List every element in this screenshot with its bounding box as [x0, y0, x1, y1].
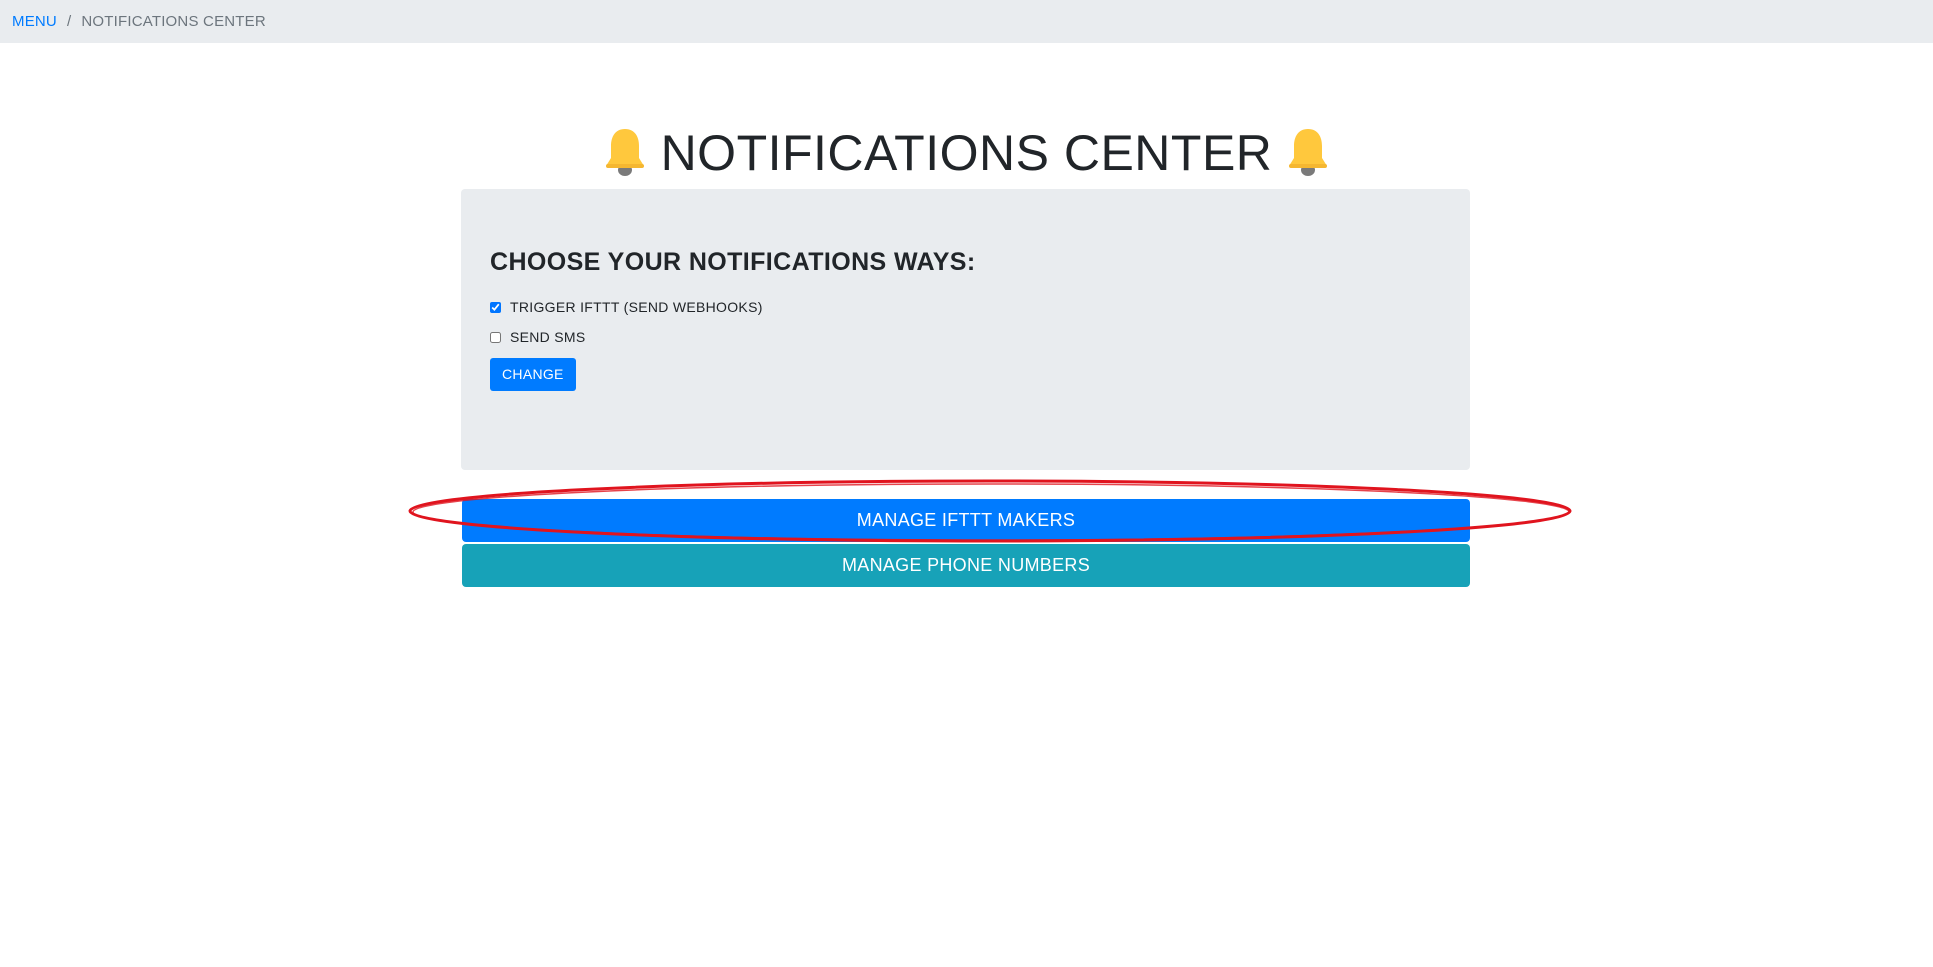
trigger-ifttt-checkbox[interactable]: [490, 301, 501, 313]
breadcrumb-menu-link[interactable]: MENU: [12, 13, 57, 30]
option-send-sms[interactable]: SEND SMS: [490, 329, 1442, 345]
breadcrumb-current: NOTIFICATIONS CENTER: [81, 13, 266, 30]
notification-settings-card: CHOOSE YOUR NOTIFICATIONS WAYS: TRIGGER …: [461, 189, 1470, 470]
option-trigger-ifttt[interactable]: TRIGGER IFTTT (SEND WEBHOOKS): [490, 299, 1442, 315]
page-title: NOTIFICATIONS CENTER: [660, 125, 1273, 181]
breadcrumb-separator: /: [66, 13, 72, 30]
option-label: TRIGGER IFTTT (SEND WEBHOOKS): [510, 299, 763, 315]
send-sms-checkbox[interactable]: [490, 331, 501, 343]
manage-ifttt-makers-button[interactable]: MANAGE IFTTT MAKERS: [462, 499, 1470, 542]
page-title-row: NOTIFICATIONS CENTER: [0, 118, 1933, 188]
bell-icon: [1286, 126, 1330, 178]
breadcrumb: MENU / NOTIFICATIONS CENTER: [0, 0, 1933, 43]
card-heading: CHOOSE YOUR NOTIFICATIONS WAYS:: [490, 248, 976, 276]
bell-icon: [603, 126, 647, 178]
manage-phone-numbers-button[interactable]: MANAGE PHONE NUMBERS: [462, 544, 1470, 587]
option-label: SEND SMS: [510, 329, 586, 345]
change-button[interactable]: CHANGE: [490, 358, 576, 391]
